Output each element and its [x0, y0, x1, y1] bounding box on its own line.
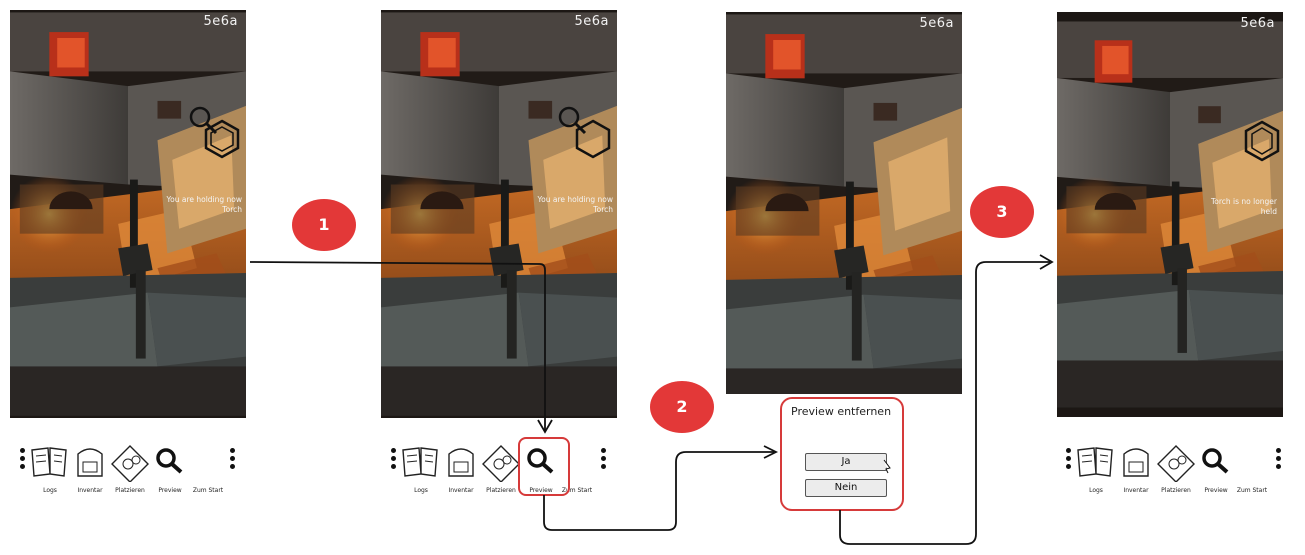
flow-arrows [249, 254, 1054, 545]
cursor-icon [883, 459, 891, 474]
